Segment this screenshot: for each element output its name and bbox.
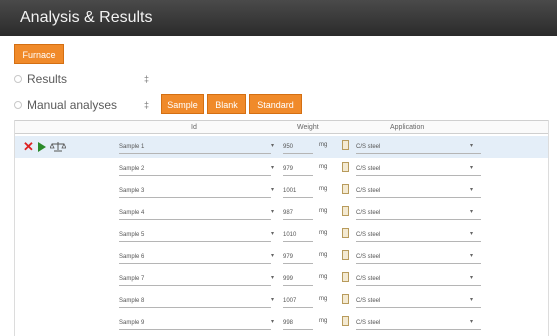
application-field[interactable]: C/S steel xyxy=(356,252,481,264)
table-row[interactable]: ✕ Sample 1 ▾ 950 mg C/S steel ▾ xyxy=(15,136,548,158)
chevron-down-icon[interactable]: ▾ xyxy=(271,142,281,149)
manual-analyses-toggle-icon[interactable]: ‡ xyxy=(144,100,149,110)
application-field[interactable]: C/S steel xyxy=(356,208,481,220)
chevron-down-icon[interactable]: ▾ xyxy=(271,186,281,193)
file-icon[interactable] xyxy=(342,162,349,172)
application-field[interactable]: C/S steel xyxy=(356,164,481,176)
weight-field[interactable]: 999 xyxy=(283,274,313,286)
header-weight: Weight xyxy=(297,124,319,131)
weight-field[interactable]: 1007 xyxy=(283,296,313,308)
window-title: Analysis & Results xyxy=(0,0,557,36)
chevron-down-icon[interactable]: ▾ xyxy=(271,296,281,303)
chevron-down-icon[interactable]: ▾ xyxy=(470,208,480,215)
results-section[interactable]: Results ‡ xyxy=(14,71,154,87)
play-icon[interactable] xyxy=(37,141,46,152)
table-row[interactable]: Sample 6 ▾ 979 mg C/S steel ▾ xyxy=(15,246,548,268)
weight-unit: mg xyxy=(319,318,328,324)
weight-field[interactable]: 1001 xyxy=(283,186,313,198)
weight-unit: mg xyxy=(319,252,328,258)
weight-unit: mg xyxy=(319,164,328,170)
weight-field[interactable]: 998 xyxy=(283,318,313,330)
chevron-down-icon[interactable]: ▾ xyxy=(470,142,480,149)
weight-field[interactable]: 987 xyxy=(283,208,313,220)
application-field[interactable]: C/S steel xyxy=(356,142,481,154)
chevron-down-icon[interactable]: ▾ xyxy=(271,252,281,259)
sample-id-field[interactable]: Sample 7 xyxy=(119,274,271,286)
weight-unit: mg xyxy=(319,230,328,236)
chevron-down-icon[interactable]: ▾ xyxy=(470,274,480,281)
table-row[interactable]: Sample 2 ▾ 979 mg C/S steel ▾ xyxy=(15,158,548,180)
file-icon[interactable] xyxy=(342,228,349,238)
header-id: Id xyxy=(191,124,197,131)
chevron-down-icon[interactable]: ▾ xyxy=(470,186,480,193)
weight-unit: mg xyxy=(319,296,328,302)
chevron-down-icon[interactable]: ▾ xyxy=(271,230,281,237)
sample-id-field[interactable]: Sample 2 xyxy=(119,164,271,176)
manual-analyses-grid: Id Weight Application ✕ Sample 1 ▾ 950 mg C/S… xyxy=(14,120,549,336)
application-field[interactable]: C/S steel xyxy=(356,318,481,330)
sample-id-field[interactable]: Sample 4 xyxy=(119,208,271,220)
sample-id-field[interactable]: Sample 3 xyxy=(119,186,271,198)
weight-unit: mg xyxy=(319,274,328,280)
table-row[interactable]: Sample 3 ▾ 1001 mg C/S steel ▾ xyxy=(15,180,548,202)
chevron-down-icon[interactable]: ▾ xyxy=(470,230,480,237)
application-field[interactable]: C/S steel xyxy=(356,186,481,198)
results-toggle-icon[interactable]: ‡ xyxy=(144,74,149,84)
table-row[interactable]: Sample 8 ▾ 1007 mg C/S steel ▾ xyxy=(15,290,548,312)
file-icon[interactable] xyxy=(342,206,349,216)
scale-icon[interactable] xyxy=(49,141,66,152)
delete-icon[interactable]: ✕ xyxy=(23,140,34,153)
furnace-button[interactable]: Furnace xyxy=(14,44,64,64)
sample-id-field[interactable]: Sample 5 xyxy=(119,230,271,242)
table-row[interactable]: Sample 9 ▾ 998 mg C/S steel ▾ xyxy=(15,312,548,334)
application-field[interactable]: C/S steel xyxy=(356,296,481,308)
file-icon[interactable] xyxy=(342,294,349,304)
weight-field[interactable]: 979 xyxy=(283,252,313,264)
weight-field[interactable]: 950 xyxy=(283,142,313,154)
results-radio[interactable] xyxy=(14,75,22,83)
weight-unit: mg xyxy=(319,208,328,214)
weight-field[interactable]: 1010 xyxy=(283,230,313,242)
file-icon[interactable] xyxy=(342,140,349,150)
grid-header: Id Weight Application xyxy=(15,120,548,134)
chevron-down-icon[interactable]: ▾ xyxy=(271,274,281,281)
sample-id-field[interactable]: Sample 1 xyxy=(119,142,271,154)
weight-field[interactable]: 979 xyxy=(283,164,313,176)
chevron-down-icon[interactable]: ▾ xyxy=(470,164,480,171)
tab-sample[interactable]: Sample xyxy=(161,94,204,114)
row-actions: ✕ xyxy=(23,140,66,153)
file-icon[interactable] xyxy=(342,316,349,326)
tab-blank[interactable]: Blank xyxy=(207,94,246,114)
application-field[interactable]: C/S steel xyxy=(356,274,481,286)
manual-analyses-radio[interactable] xyxy=(14,101,22,109)
chevron-down-icon[interactable]: ▾ xyxy=(271,318,281,325)
manual-analyses-section[interactable]: Manual analyses ‡ xyxy=(14,97,164,113)
application-field[interactable]: C/S steel xyxy=(356,230,481,242)
chevron-down-icon[interactable]: ▾ xyxy=(271,208,281,215)
weight-unit: mg xyxy=(319,142,328,148)
sample-id-field[interactable]: Sample 8 xyxy=(119,296,271,308)
table-row[interactable]: Sample 5 ▾ 1010 mg C/S steel ▾ xyxy=(15,224,548,246)
manual-analyses-label: Manual analyses xyxy=(27,98,118,112)
file-icon[interactable] xyxy=(342,184,349,194)
sample-id-field[interactable]: Sample 9 xyxy=(119,318,271,330)
chevron-down-icon[interactable]: ▾ xyxy=(470,252,480,259)
chevron-down-icon[interactable]: ▾ xyxy=(470,296,480,303)
table-row[interactable]: Sample 7 ▾ 999 mg C/S steel ▾ xyxy=(15,268,548,290)
file-icon[interactable] xyxy=(342,272,349,282)
file-icon[interactable] xyxy=(342,250,349,260)
sample-id-field[interactable]: Sample 6 xyxy=(119,252,271,264)
header-application: Application xyxy=(390,124,425,131)
chevron-down-icon[interactable]: ▾ xyxy=(470,318,480,325)
weight-unit: mg xyxy=(319,186,328,192)
chevron-down-icon[interactable]: ▾ xyxy=(271,164,281,171)
tab-standard[interactable]: Standard xyxy=(249,94,302,114)
results-label: Results xyxy=(27,72,68,86)
table-row[interactable]: Sample 4 ▾ 987 mg C/S steel ▾ xyxy=(15,202,548,224)
